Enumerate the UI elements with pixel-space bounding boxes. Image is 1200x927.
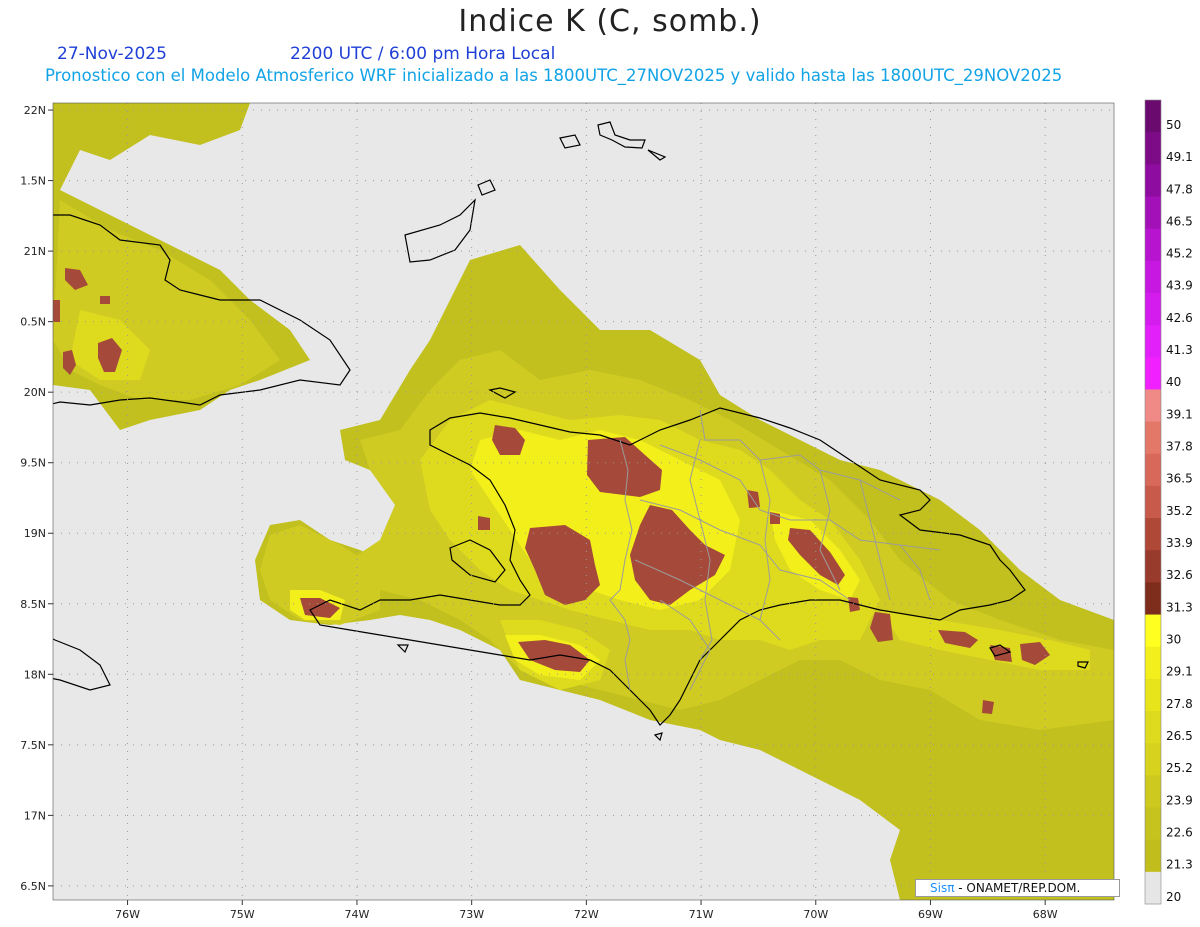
lat-label: 6.5N	[20, 880, 46, 893]
sispi-brand: Sisπ	[930, 881, 955, 895]
lon-label: 72W	[574, 908, 599, 921]
colorbar-swatch	[1145, 807, 1161, 841]
colorbar-swatch	[1145, 550, 1161, 583]
colorbar-label: 47.8	[1166, 182, 1193, 196]
colorbar-swatch	[1145, 421, 1161, 455]
colorbar-swatch	[1145, 839, 1161, 873]
colorbar-label: 21.3	[1166, 858, 1193, 872]
shade-level-30	[53, 300, 60, 322]
lat-label: 7.5N	[20, 739, 46, 752]
colorbar-swatch	[1145, 132, 1161, 165]
colorbar-label: 40	[1166, 375, 1181, 389]
colorbar-label: 32.6	[1166, 568, 1193, 582]
colorbar-swatch	[1145, 775, 1161, 809]
colorbar-label: 30	[1166, 633, 1181, 647]
colorbar-label: 26.5	[1166, 729, 1193, 743]
lat-label: 17N	[24, 809, 46, 822]
colorbar-swatch	[1145, 646, 1161, 680]
colorbar-label: 46.5	[1166, 214, 1193, 228]
lon-label: 75W	[230, 908, 255, 921]
lat-label: 19N	[24, 527, 46, 540]
lon-label: 74W	[345, 908, 370, 921]
lat-label: 20N	[24, 386, 46, 399]
colorbar-label: 36.5	[1166, 472, 1193, 486]
lon-label: 70W	[803, 908, 828, 921]
colorbar-swatch	[1145, 325, 1161, 358]
colorbar-label: 23.9	[1166, 793, 1193, 807]
lon-label: 73W	[459, 908, 484, 921]
lon-label: 69W	[918, 908, 943, 921]
colorbar-swatch	[1145, 196, 1161, 230]
colorbar-label: 41.3	[1166, 343, 1193, 357]
colorbar-label: 45.2	[1166, 247, 1193, 261]
lat-label: 0.5N	[20, 316, 46, 329]
colorbar-label: 39.1	[1166, 407, 1193, 421]
colorbar-swatch	[1145, 260, 1161, 294]
colorbar-swatch	[1145, 164, 1161, 197]
colorbar-swatch	[1145, 357, 1161, 390]
lat-label: 22N	[24, 104, 46, 117]
longitude-axis: 76W 75W 74W 73W 72W 71W 70W 69W 68W	[115, 900, 1058, 921]
colorbar-label: 50	[1166, 118, 1181, 132]
k-index-map: 76W 75W 74W 73W 72W 71W 70W 69W 68W 22N 1.5N 21N 0.…	[20, 99, 1193, 921]
colorbar-label: 25.2	[1166, 761, 1193, 775]
colorbar-label: 42.6	[1166, 311, 1193, 325]
shade-level-30	[478, 516, 490, 530]
colorbar-swatch	[1145, 292, 1161, 326]
colorbar-swatch	[1145, 100, 1161, 133]
lon-label: 68W	[1033, 908, 1058, 921]
colorbar-swatch	[1145, 743, 1161, 776]
colorbar-swatch	[1145, 678, 1161, 712]
colorbar-label: 49.1	[1166, 150, 1193, 164]
lat-label: 9.5N	[20, 457, 46, 470]
lat-label: 18N	[24, 668, 46, 681]
latitude-axis: 22N 1.5N 21N 0.5N 20N 9.5N 19N 8.5N 18N 7.5N 17N 6.…	[20, 104, 53, 893]
lon-label: 76W	[115, 908, 140, 921]
colorbar-swatch	[1145, 228, 1161, 262]
lat-label: 8.5N	[20, 598, 46, 611]
colorbar-swatch	[1145, 711, 1161, 744]
colorbar-label: 20	[1166, 890, 1181, 904]
shade-level-30	[982, 700, 994, 714]
colorbar-label: 35.2	[1166, 504, 1193, 518]
colorbar-label: 33.9	[1166, 536, 1193, 550]
colorbar-label: 22.6	[1166, 825, 1193, 839]
colorbar-swatch	[1145, 871, 1161, 905]
colorbar-label: 27.8	[1166, 697, 1193, 711]
lat-label: 1.5N	[20, 175, 46, 188]
lon-label: 71W	[689, 908, 714, 921]
credit-text: - ONAMET/REP.DOM.	[954, 881, 1081, 895]
colorbar-label: 31.3	[1166, 600, 1193, 614]
colorbar-swatch	[1145, 453, 1161, 487]
colorbar-swatch	[1145, 582, 1161, 616]
colorbar-swatch	[1145, 614, 1161, 648]
colorbar-label: 29.1	[1166, 665, 1193, 679]
colorbar-swatch	[1145, 518, 1161, 551]
lat-label: 21N	[24, 245, 46, 258]
colorbar-label: 37.8	[1166, 440, 1193, 454]
shade-level-30	[100, 296, 110, 304]
colorbar-legend: 50 49.1 47.8 46.5 45.2 43.9 42.6 41.3 40 39.1 37.8…	[1144, 99, 1193, 905]
colorbar-swatch	[1145, 485, 1161, 519]
credit-box: Sisπ - ONAMET/REP.DOM.	[915, 879, 1120, 897]
colorbar-label: 43.9	[1166, 279, 1193, 293]
colorbar-swatch	[1145, 389, 1161, 423]
